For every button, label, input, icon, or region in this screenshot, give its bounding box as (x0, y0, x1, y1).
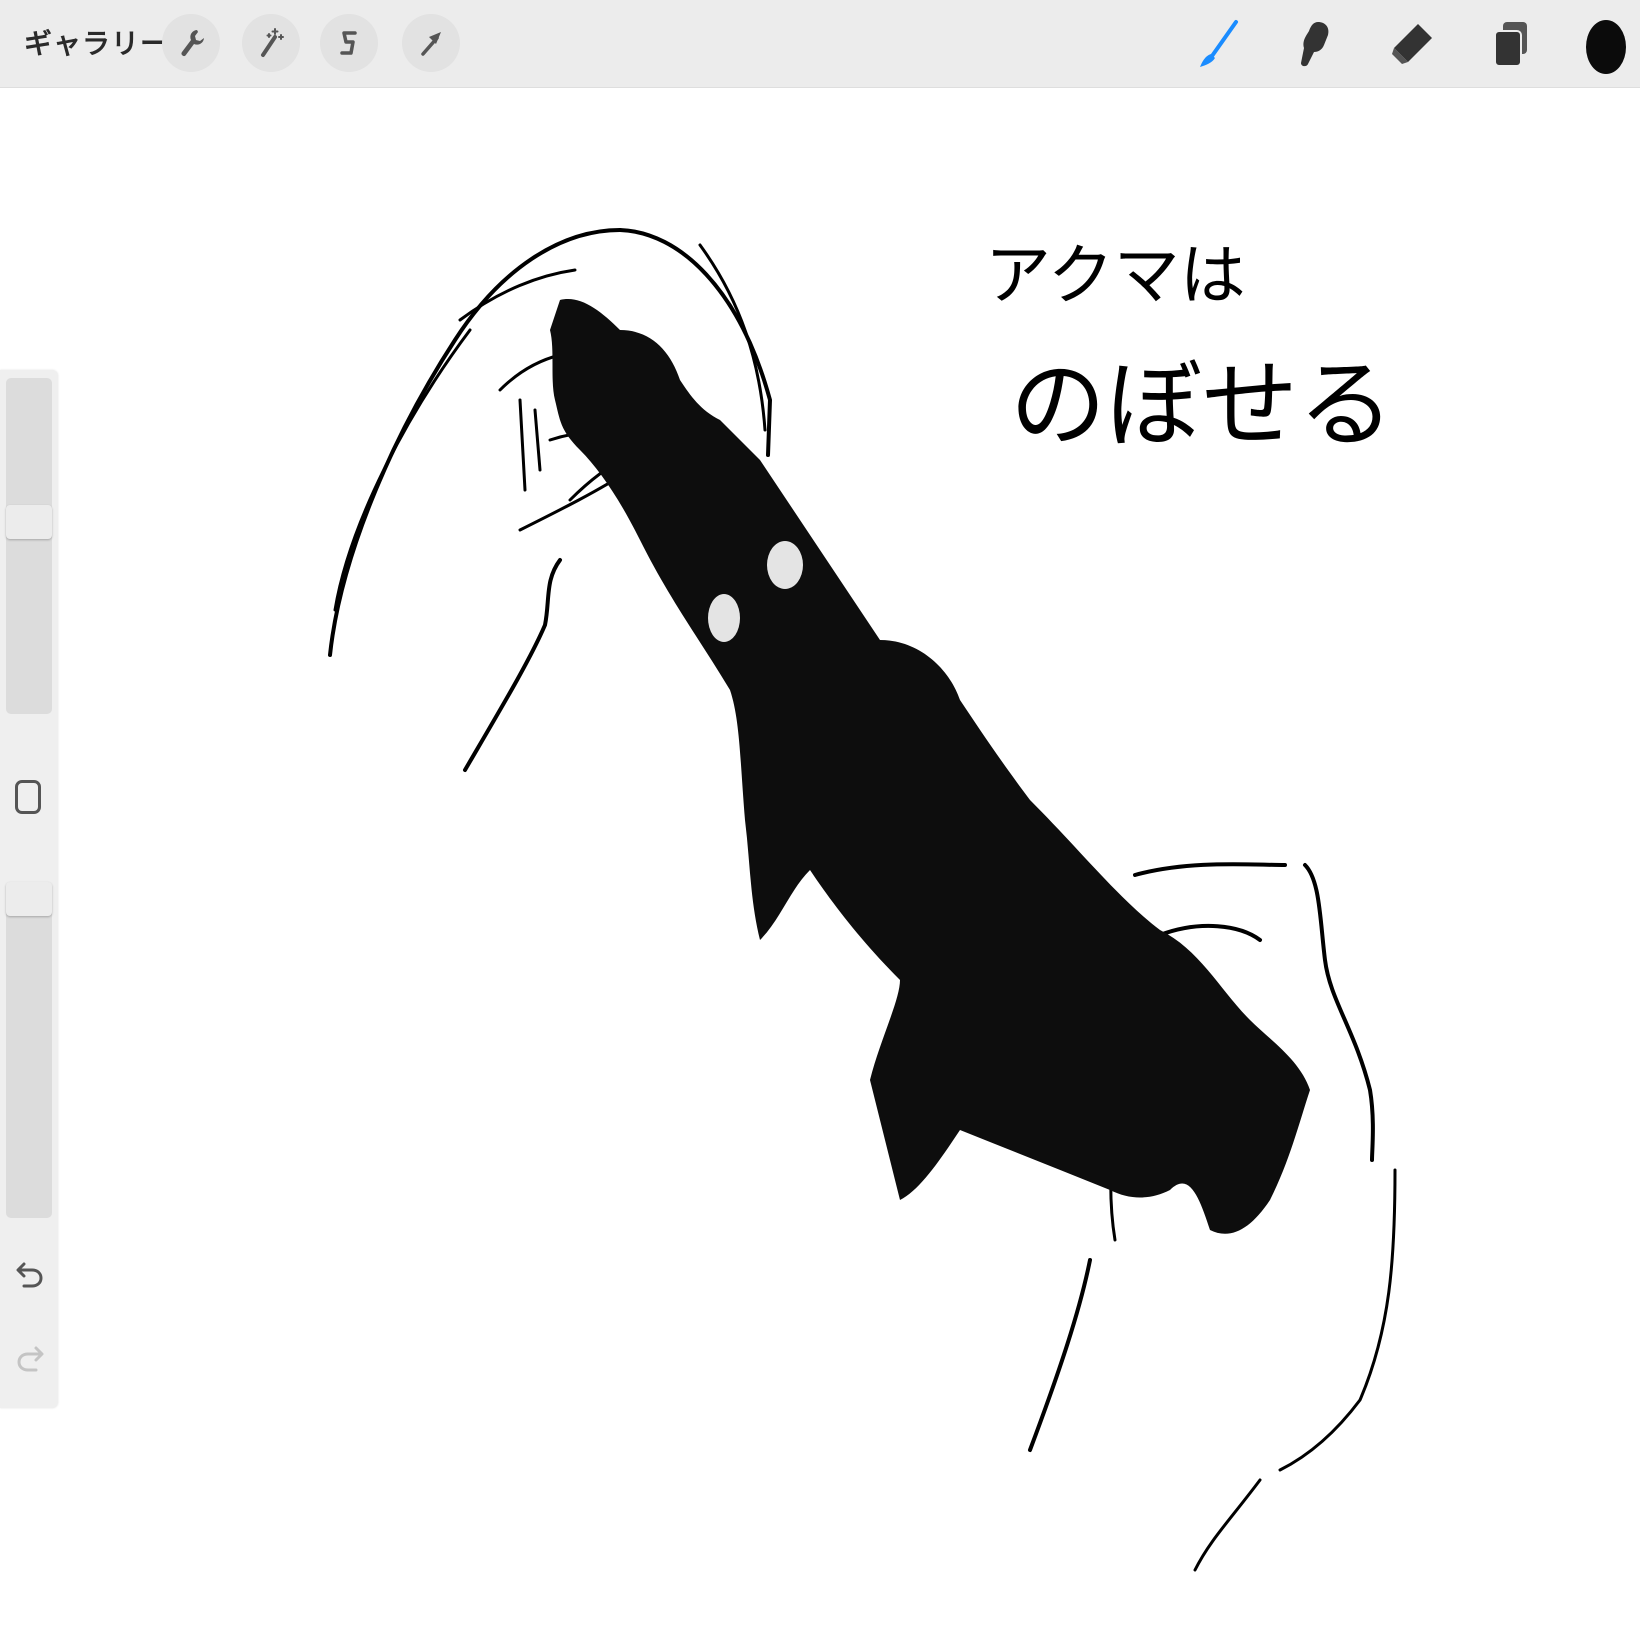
adjustments-button[interactable] (242, 14, 300, 72)
figure-dot (767, 541, 803, 589)
transform-button[interactable] (402, 14, 460, 72)
actions-button[interactable] (162, 14, 220, 72)
arrow-cursor-icon (421, 32, 441, 56)
brush-icon (1200, 20, 1238, 67)
wrench-icon (181, 30, 204, 56)
gallery-button[interactable]: ギャラリー (24, 24, 169, 64)
eraser-tool-button[interactable] (1384, 16, 1440, 72)
eraser-icon (1392, 24, 1432, 64)
brush-tool-button[interactable] (1190, 16, 1246, 72)
smudge-tool-button[interactable] (1286, 16, 1342, 72)
color-picker-button[interactable] (1586, 20, 1626, 74)
layers-icon (1494, 22, 1527, 67)
selection-s-icon (340, 31, 357, 55)
top-toolbar: ギャラリー (0, 0, 1640, 88)
smudge-finger-icon (1301, 22, 1329, 67)
handwriting-line2: のぼせる (1010, 349, 1394, 461)
layers-button[interactable] (1482, 16, 1538, 72)
selection-button[interactable] (320, 14, 378, 72)
magic-wand-icon (261, 28, 284, 57)
figure-dot (708, 594, 740, 642)
handwriting-line1: アクマは (985, 237, 1246, 314)
drawing-canvas[interactable]: アクマは のぼせる (0, 88, 1640, 1640)
